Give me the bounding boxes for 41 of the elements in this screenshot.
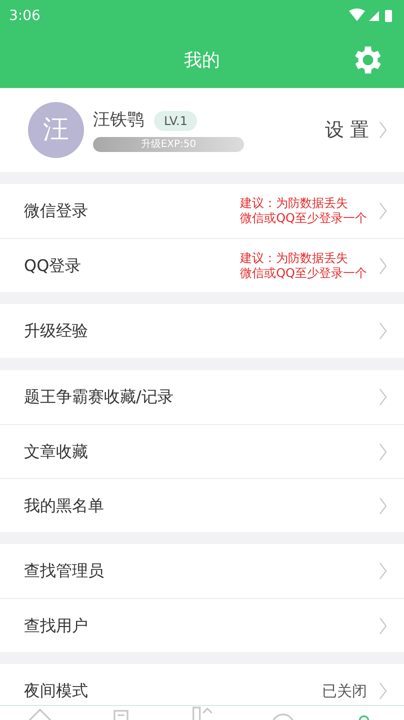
status-time: 3:06 [9,6,40,26]
chevron-icon [379,616,387,634]
menu-label: 题王争霸赛收藏/记录 [24,386,174,408]
menu-item[interactable]: 升级经验 [0,304,404,358]
menu-label: 升级经验 [24,320,88,342]
menu-item[interactable]: 题王争霸赛收藏/记录 [0,370,404,424]
level-badge: LV.1 [154,110,198,130]
menu-label: 微信登录 [24,200,88,222]
menu-item[interactable]: 查找用户 [0,598,404,652]
status-icons [349,8,395,24]
menu-label: QQ登录 [24,254,82,276]
chevron-icon [379,442,387,460]
login-hint: 建议：为防数据丢失 微信或QQ至少登录一个 [240,250,367,280]
menu-item[interactable]: 文章收藏 [0,424,404,478]
menu-label: 夜间模式 [24,680,88,702]
menu-label: 文章收藏 [24,440,88,462]
menu-value: 已关闭 [322,680,367,702]
chevron-icon [379,496,387,514]
avatar: 汪 [28,102,84,158]
chevron-icon [379,562,387,580]
chevron-icon [379,256,387,274]
chevron-icon [379,121,387,139]
menu-item[interactable]: 我的黑名单 [0,478,404,532]
chevron-icon [379,202,387,220]
menu-item[interactable]: 夜间模式 已关闭 [0,664,404,705]
page-title: 我的 [184,48,220,72]
chevron-icon [379,388,387,406]
menu-item[interactable]: 查找管理员 [0,544,404,598]
menu-label: 查找用户 [24,614,88,636]
chevron-icon [379,322,387,340]
menu-label: 我的黑名单 [24,494,104,516]
exp-bar: 升级EXP:50 [93,137,244,152]
menu-item[interactable]: QQ登录 建议：为防数据丢失 微信或QQ至少登录一个 [0,238,404,292]
login-hint: 建议：为防数据丢失 微信或QQ至少登录一个 [240,196,367,226]
menu-label: 查找管理员 [24,560,104,582]
settings-label[interactable]: 设 置 [324,116,369,144]
menu-item[interactable]: 微信登录 建议：为防数据丢失 微信或QQ至少登录一个 [0,184,404,238]
user-name: 汪铁鹗 [93,108,144,132]
home-icon[interactable] [27,706,54,720]
chevron-icon [379,682,387,700]
profile-card[interactable]: 汪 汪铁鹗 LV.1 升级EXP:50 设 置 [0,88,404,172]
